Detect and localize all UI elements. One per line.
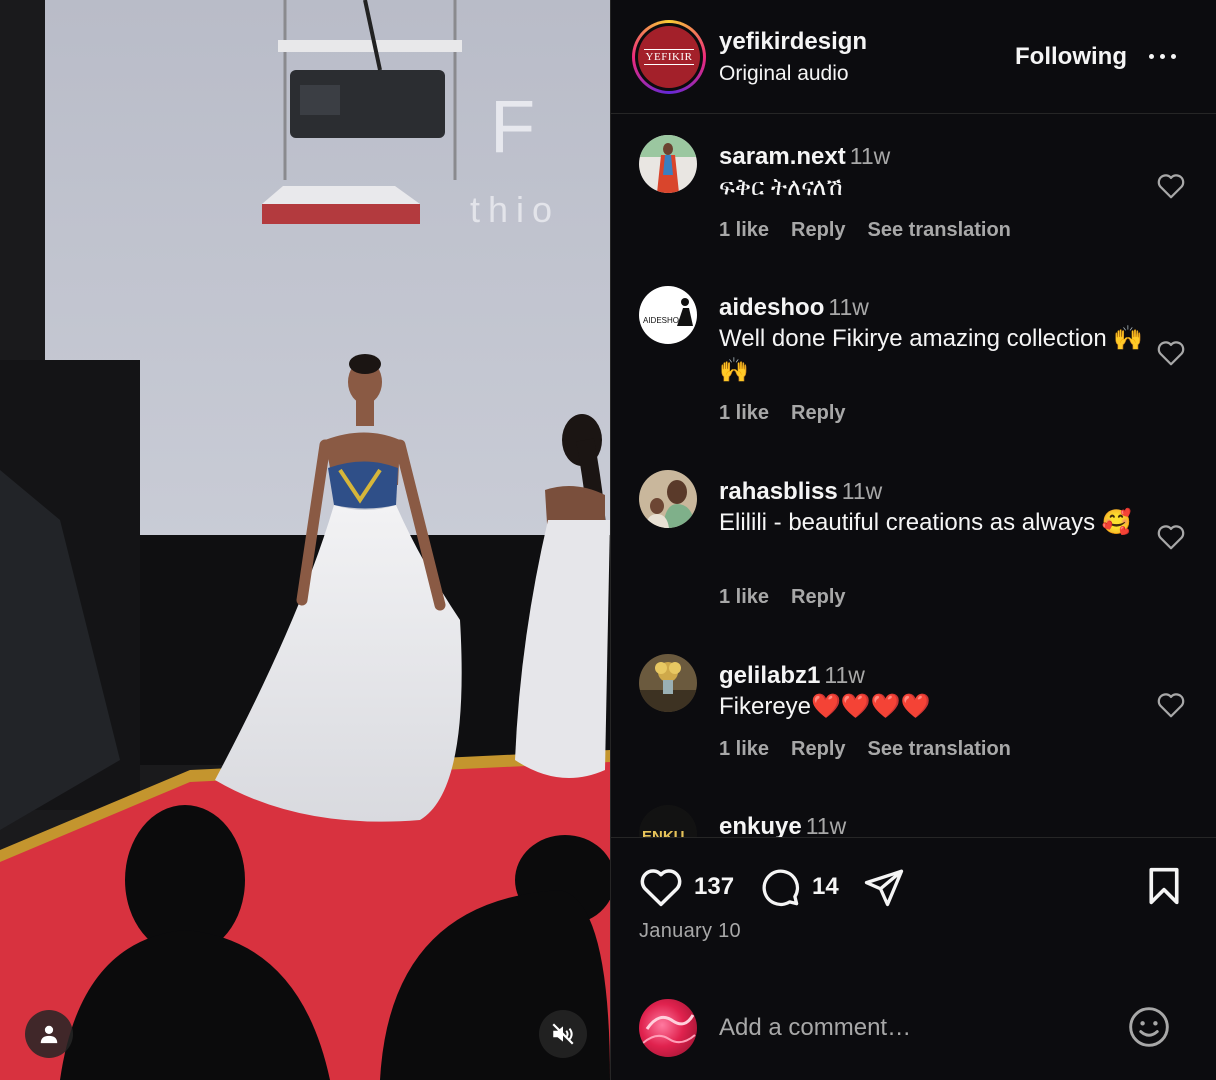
comment-time: 11w <box>828 294 869 320</box>
comment-bubble-icon[interactable] <box>759 866 801 908</box>
comment-text: ፍቅር ትለናለሽ <box>719 174 843 201</box>
commenter-avatar[interactable] <box>639 470 697 528</box>
comment-time: 11w <box>824 662 865 688</box>
reply-button[interactable]: Reply <box>791 402 845 425</box>
comment-username[interactable]: gelilabz1 <box>719 662 820 689</box>
comment-username[interactable]: enkuye <box>719 813 802 837</box>
svg-text:F I: F I <box>490 85 610 168</box>
heart-icon[interactable] <box>1156 172 1186 200</box>
audio-label[interactable]: Original audio <box>719 62 849 86</box>
comment-text: Elilili - beautiful creations as always … <box>719 509 1132 536</box>
comment-likes[interactable]: 1 like <box>719 219 769 242</box>
commenter-avatar[interactable]: ENKU <box>639 805 697 837</box>
comment-text: Fikereye❤️❤️❤️❤️ <box>719 693 931 720</box>
svg-text:thio: thio <box>470 189 560 230</box>
video-player[interactable]: F I thio <box>0 0 610 1080</box>
comment-likes[interactable]: 1 like <box>719 586 769 609</box>
current-user-avatar <box>639 999 697 1057</box>
comments-count[interactable]: 14 <box>812 873 839 901</box>
avatar-logo-text: YEFIKIR <box>643 49 695 65</box>
reply-button[interactable]: Reply <box>791 738 845 761</box>
post-header: YEFIKIR yefikirdesign Original audio Fol… <box>611 0 1216 114</box>
post-sidebar: YEFIKIR yefikirdesign Original audio Fol… <box>610 0 1216 1080</box>
speaker-muted-icon <box>552 1023 574 1045</box>
author-username[interactable]: yefikirdesign <box>719 28 867 56</box>
heart-icon[interactable] <box>1156 339 1186 367</box>
see-translation-button[interactable]: See translation <box>868 738 1011 761</box>
comment-text: Well done Fikirye amazing collection 🙌🙌 <box>719 325 1144 384</box>
commenter-avatar[interactable]: AIDESHOO <box>639 286 697 344</box>
comment-username[interactable]: aideshoo <box>719 294 824 321</box>
more-options-icon[interactable] <box>1149 44 1185 68</box>
tagged-users-button[interactable] <box>25 1010 73 1058</box>
enkuye-avatar-text: ENKU <box>642 828 685 837</box>
post-actions: 137 14 January 10 <box>611 837 1216 1080</box>
emoji-picker-icon[interactable] <box>1127 1005 1171 1049</box>
comments-list[interactable]: saram.next 11w ፍቅር ትለናለሽ 1 like Reply See… <box>611 115 1216 837</box>
mute-toggle-button[interactable] <box>539 1010 587 1058</box>
post-date: January 10 <box>639 920 741 942</box>
comment-time: 11w <box>841 478 883 504</box>
see-translation-button[interactable]: See translation <box>868 219 1011 242</box>
reply-button[interactable]: Reply <box>791 219 845 242</box>
comment-likes[interactable]: 1 like <box>719 738 769 761</box>
commenter-avatar[interactable] <box>639 135 697 193</box>
heart-icon[interactable] <box>1156 523 1186 551</box>
likes-count[interactable]: 137 <box>694 873 734 901</box>
bookmark-icon[interactable] <box>1145 866 1183 906</box>
share-send-icon[interactable] <box>862 866 906 908</box>
like-heart-icon[interactable] <box>639 866 683 908</box>
following-button[interactable]: Following <box>1015 43 1127 71</box>
runway-video-frame: F I thio <box>0 0 610 1080</box>
reply-button[interactable]: Reply <box>791 586 845 609</box>
comment-time: 11w <box>849 143 891 169</box>
comment-username[interactable]: saram.next <box>719 143 846 170</box>
comment-likes[interactable]: 1 like <box>719 402 769 425</box>
user-icon <box>40 1025 58 1044</box>
commenter-avatar[interactable] <box>639 654 697 712</box>
comment-username[interactable]: rahasbliss <box>719 478 838 505</box>
add-comment-input[interactable] <box>719 1011 1119 1045</box>
comment-time: 11w <box>805 813 847 837</box>
heart-icon[interactable] <box>1156 691 1186 719</box>
author-avatar[interactable]: YEFIKIR <box>632 20 706 94</box>
